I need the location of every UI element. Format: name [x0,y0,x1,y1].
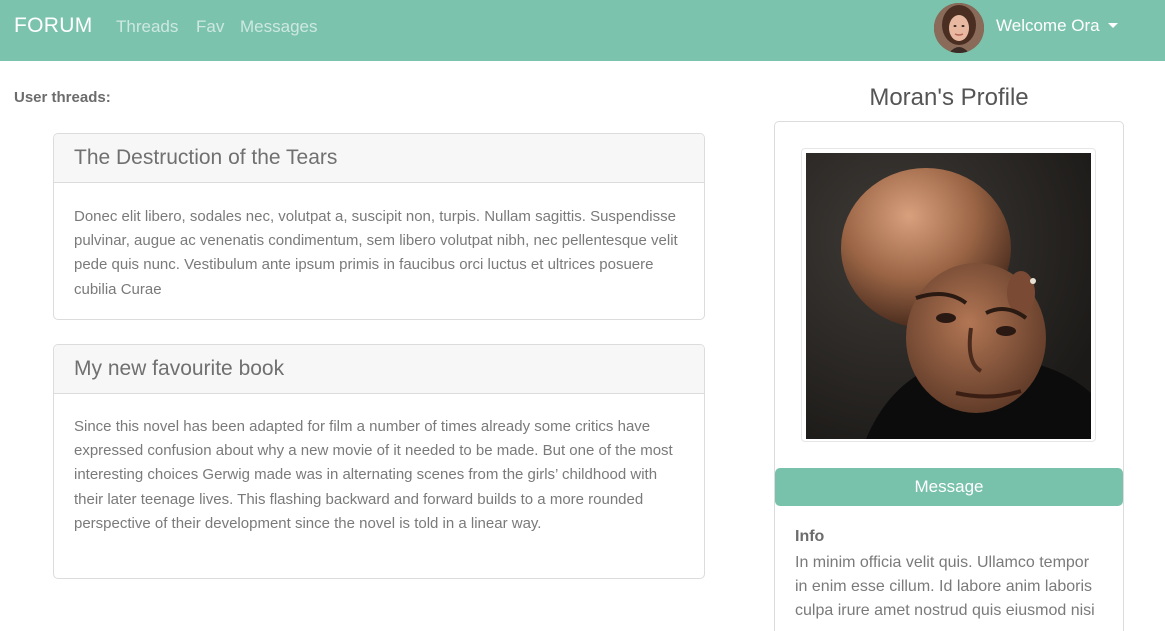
nav-link-fav[interactable]: Fav [196,17,224,37]
thread-body: Donec elit libero, sodales nec, volutpat… [74,208,678,298]
avatar-portrait-image [934,3,984,53]
user-avatar[interactable] [934,3,984,53]
profile-portrait-image [806,153,1091,439]
brand-logo-link[interactable]: FORUM [14,14,93,38]
user-menu-dropdown[interactable]: Welcome Ora [996,16,1118,36]
user-threads-heading: User threads: [14,89,111,106]
welcome-label: Welcome Ora [996,16,1100,35]
info-heading: Info [795,528,825,545]
caret-down-icon [1107,23,1118,28]
thread-title[interactable]: My new favourite book [54,345,704,394]
nav-link-messages[interactable]: Messages [240,17,317,37]
thread-card[interactable]: My new favourite book Since this novel h… [53,344,705,579]
thread-card[interactable]: The Destruction of the Tears Donec elit … [53,133,705,320]
thread-body: Since this novel has been adapted for fi… [74,418,673,532]
profile-photo-frame [801,148,1096,442]
message-button[interactable]: Message [775,468,1123,506]
top-navbar: FORUM Threads Fav Messages Welcome Ora [0,0,1165,61]
profile-card: Message Info In minim officia velit quis… [774,121,1124,631]
profile-photo [806,153,1091,439]
info-text: In minim officia velit quis. Ullamco tem… [795,554,1095,619]
thread-title[interactable]: The Destruction of the Tears [54,134,704,183]
nav-link-threads[interactable]: Threads [116,17,178,37]
profile-title: Moran's Profile [869,84,1029,111]
